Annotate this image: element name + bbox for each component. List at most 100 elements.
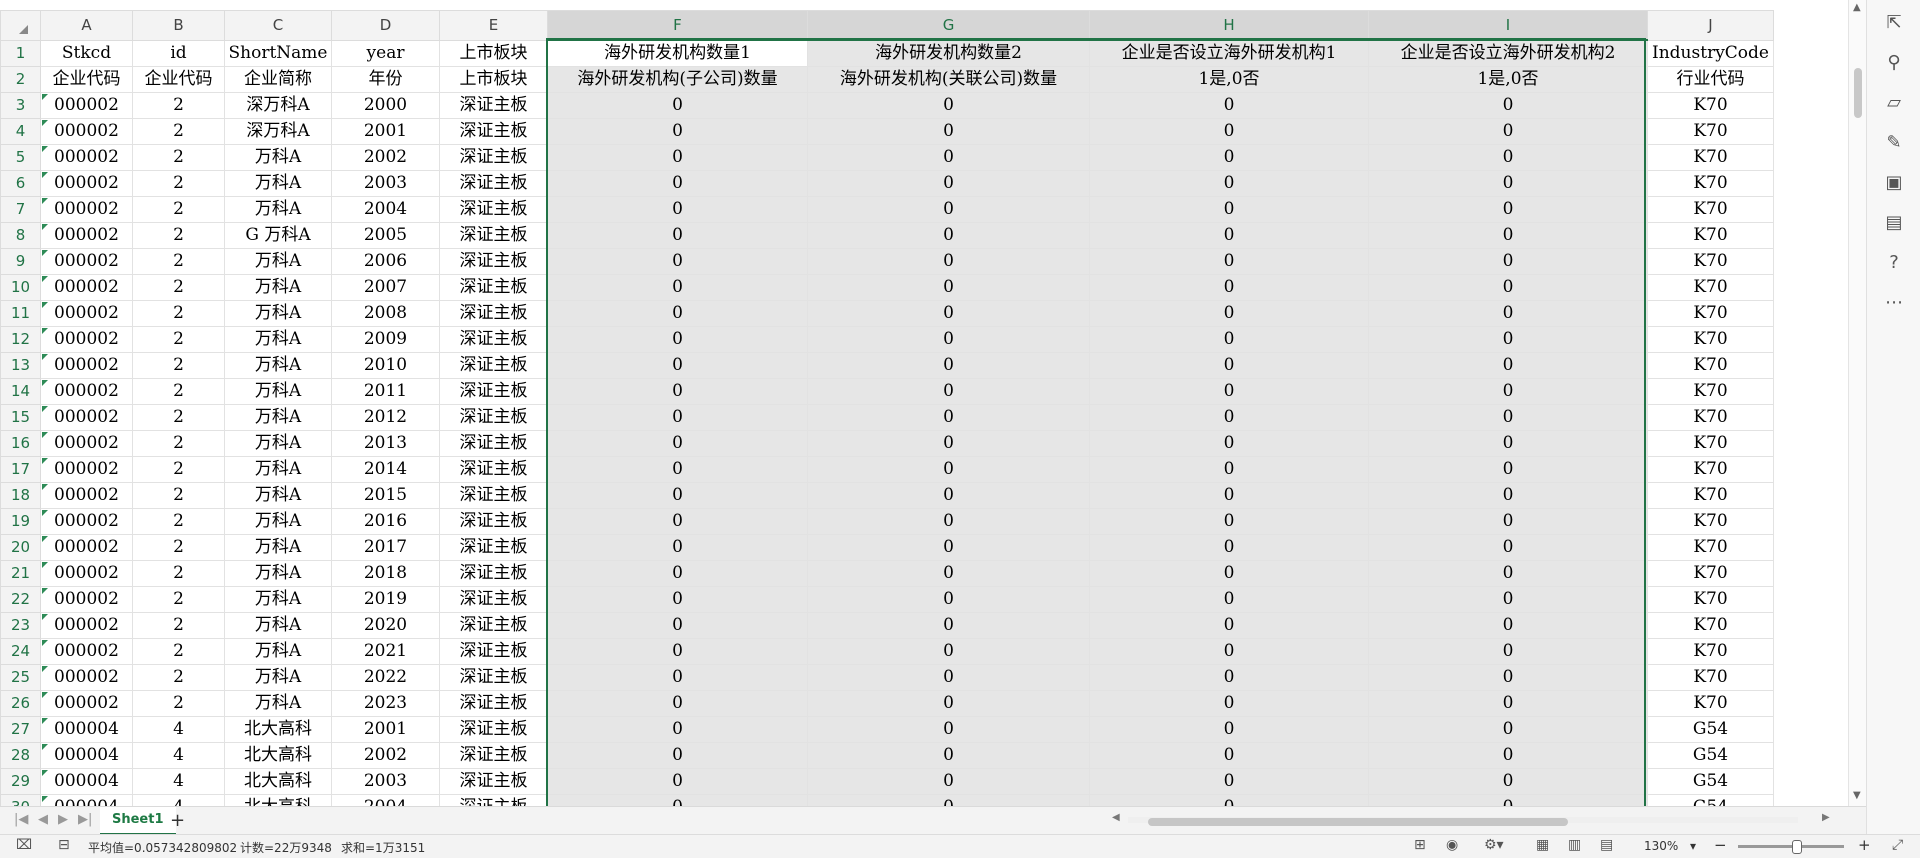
cell[interactable]: 000004 — [40, 794, 133, 806]
cell[interactable]: 000002 — [40, 248, 133, 275]
cell[interactable]: 000002 — [40, 92, 133, 119]
select-all-corner[interactable] — [0, 10, 41, 41]
cell[interactable]: 2016 — [331, 508, 440, 535]
row-header[interactable]: 2 — [0, 66, 41, 93]
cell[interactable]: 0 — [547, 612, 808, 639]
cell[interactable]: 2 — [132, 248, 225, 275]
cell[interactable]: 万科A — [224, 508, 332, 535]
cell[interactable]: 0 — [1368, 118, 1648, 145]
cell[interactable]: 万科A — [224, 404, 332, 431]
cell[interactable]: 0 — [1368, 92, 1648, 119]
cell[interactable]: 2 — [132, 196, 225, 223]
cell[interactable]: G54 — [1647, 716, 1774, 743]
cell[interactable]: 000002 — [40, 144, 133, 171]
eye-protection-icon[interactable]: ◉ — [1446, 837, 1458, 853]
cell[interactable]: 2020 — [331, 612, 440, 639]
cell[interactable]: 000002 — [40, 508, 133, 535]
cell[interactable]: 万科A — [224, 326, 332, 353]
cell[interactable]: 深证主板 — [439, 274, 548, 301]
row-header[interactable]: 30 — [0, 794, 41, 806]
cell[interactable]: 0 — [547, 768, 808, 795]
cell[interactable]: 0 — [807, 716, 1090, 743]
cell[interactable]: 0 — [807, 378, 1090, 405]
cell[interactable]: K70 — [1647, 456, 1774, 483]
cell[interactable]: 2 — [132, 326, 225, 353]
cell[interactable]: 2 — [132, 482, 225, 509]
cell[interactable]: 2005 — [331, 222, 440, 249]
cell[interactable]: K70 — [1647, 664, 1774, 691]
cell[interactable]: 2009 — [331, 326, 440, 353]
cell[interactable]: 0 — [1368, 144, 1648, 171]
cell[interactable]: 0 — [1368, 196, 1648, 223]
cell[interactable]: 0 — [1089, 716, 1369, 743]
cell[interactable]: 万科A — [224, 586, 332, 613]
cell[interactable]: 0 — [547, 664, 808, 691]
cell[interactable]: ShortName — [224, 39, 332, 67]
fullscreen-icon[interactable]: ⤢ — [1892, 837, 1903, 853]
cell[interactable]: 000004 — [40, 742, 133, 769]
cell[interactable]: 0 — [547, 326, 808, 353]
cell[interactable]: 000002 — [40, 560, 133, 587]
row-header[interactable]: 10 — [0, 274, 41, 301]
zoom-slider-knob[interactable] — [1792, 840, 1802, 854]
cell[interactable]: 0 — [807, 196, 1090, 223]
cell[interactable]: 深证主板 — [439, 612, 548, 639]
cell[interactable]: 企业简称 — [224, 66, 332, 93]
cell[interactable]: 0 — [807, 586, 1090, 613]
cell[interactable]: 年份 — [331, 66, 440, 93]
column-header-a[interactable]: A — [40, 10, 133, 41]
cell[interactable]: 0 — [1089, 742, 1369, 769]
cell[interactable]: 000002 — [40, 482, 133, 509]
cell[interactable]: 0 — [807, 92, 1090, 119]
cell[interactable]: 万科A — [224, 638, 332, 665]
cell[interactable]: 上市板块 — [439, 39, 548, 67]
cell[interactable]: 0 — [547, 482, 808, 509]
cell[interactable]: 深证主板 — [439, 768, 548, 795]
cell[interactable]: 深证主板 — [439, 690, 548, 717]
cell[interactable]: 0 — [1089, 92, 1369, 119]
cell[interactable]: K70 — [1647, 586, 1774, 613]
cell[interactable]: 000002 — [40, 456, 133, 483]
cell[interactable]: 万科A — [224, 690, 332, 717]
cell[interactable]: 企业代码 — [132, 66, 225, 93]
cell[interactable]: 0 — [547, 716, 808, 743]
cell[interactable]: 0 — [1089, 196, 1369, 223]
cell[interactable]: 深万科A — [224, 118, 332, 145]
first-sheet-icon[interactable]: |◀ — [14, 812, 28, 827]
cell[interactable]: 0 — [807, 768, 1090, 795]
cell[interactable]: 0 — [547, 534, 808, 561]
cell[interactable]: 0 — [547, 118, 808, 145]
column-header-d[interactable]: D — [331, 10, 440, 41]
cell[interactable]: 0 — [1368, 560, 1648, 587]
cell[interactable]: 2 — [132, 352, 225, 379]
cell[interactable]: K70 — [1647, 534, 1774, 561]
cell[interactable]: 1是,0否 — [1089, 66, 1369, 93]
cell[interactable]: 2001 — [331, 716, 440, 743]
cell[interactable]: 万科A — [224, 456, 332, 483]
row-header[interactable]: 12 — [0, 326, 41, 353]
cell[interactable]: 0 — [547, 196, 808, 223]
zoom-slider[interactable] — [1738, 840, 1844, 854]
cell[interactable]: 0 — [1368, 716, 1648, 743]
comment-icon[interactable]: ▱ — [1881, 90, 1907, 116]
pointer-select-icon[interactable]: ⇱ — [1881, 10, 1907, 36]
cell[interactable]: 0 — [547, 144, 808, 171]
cell[interactable]: 0 — [807, 456, 1090, 483]
cell[interactable]: year — [331, 39, 440, 67]
cell[interactable]: 万科A — [224, 248, 332, 275]
cell[interactable]: 0 — [807, 430, 1090, 457]
cell[interactable]: 0 — [1368, 274, 1648, 301]
cell[interactable]: K70 — [1647, 170, 1774, 197]
cell[interactable]: 2008 — [331, 300, 440, 327]
cell[interactable]: 2003 — [331, 768, 440, 795]
cell[interactable]: 2023 — [331, 690, 440, 717]
cell[interactable]: 0 — [807, 352, 1090, 379]
cell[interactable]: 深证主板 — [439, 638, 548, 665]
column-header-h[interactable]: H — [1089, 10, 1369, 41]
cell[interactable]: 0 — [807, 638, 1090, 665]
cell[interactable]: 0 — [807, 560, 1090, 587]
cell[interactable]: K70 — [1647, 222, 1774, 249]
cell[interactable]: 2018 — [331, 560, 440, 587]
cell[interactable]: 000002 — [40, 326, 133, 353]
cell[interactable]: 2 — [132, 378, 225, 405]
